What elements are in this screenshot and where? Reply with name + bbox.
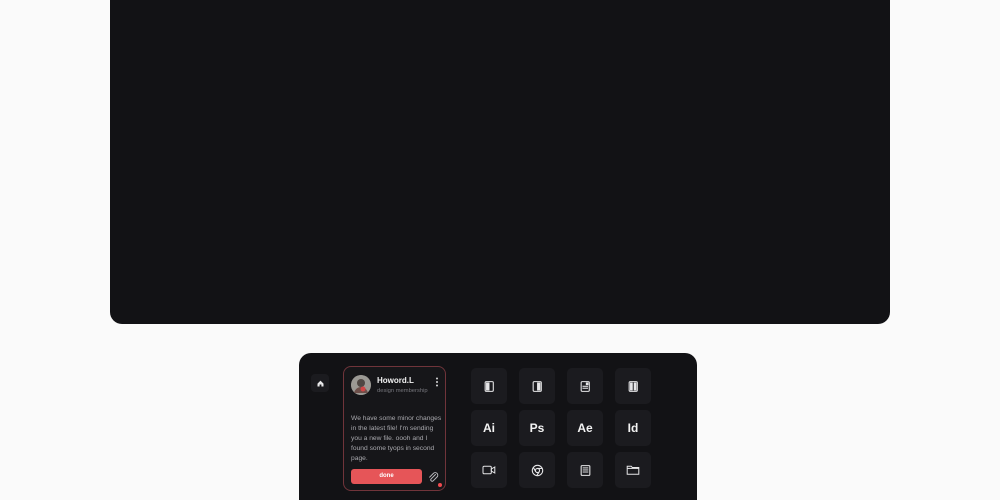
video-icon xyxy=(482,464,496,476)
home-button[interactable] xyxy=(311,374,329,392)
ps-key-label: Ps xyxy=(529,421,545,435)
vertical-dots-icon[interactable] xyxy=(435,377,439,387)
folder-icon xyxy=(626,464,640,476)
ae-key[interactable]: Ae xyxy=(567,410,603,446)
sender-name: Howord.L xyxy=(377,376,414,385)
chrome-key[interactable] xyxy=(519,452,555,488)
document-icon xyxy=(627,380,640,393)
notes-icon xyxy=(579,464,592,477)
avatar xyxy=(351,375,371,395)
chrome-icon xyxy=(531,464,544,477)
screen-root: Howord.L design membership We have some … xyxy=(0,0,1000,500)
attachment-badge xyxy=(438,483,442,487)
notes-key[interactable] xyxy=(567,452,603,488)
document-key-4[interactable] xyxy=(615,368,651,404)
id-key-label: Id xyxy=(627,421,639,435)
folder-key[interactable] xyxy=(615,452,651,488)
document-icon xyxy=(579,380,592,393)
ps-key[interactable]: Ps xyxy=(519,410,555,446)
paperclip-icon[interactable] xyxy=(427,471,439,483)
document-key-2[interactable] xyxy=(519,368,555,404)
message-text: We have some minor changes in the latest… xyxy=(351,415,442,462)
control-deck: Howord.L design membership We have some … xyxy=(299,353,697,500)
video-key[interactable] xyxy=(471,452,507,488)
home-icon xyxy=(316,379,325,388)
document-icon xyxy=(531,380,544,393)
ai-key[interactable]: Ai xyxy=(471,410,507,446)
message-card: Howord.L design membership We have some … xyxy=(343,366,446,491)
done-button[interactable]: done xyxy=(351,469,422,484)
ae-key-label: Ae xyxy=(577,421,593,435)
document-icon xyxy=(483,380,496,393)
sender-role: design membership xyxy=(377,388,428,394)
ai-key-label: Ai xyxy=(483,421,495,435)
display-panel xyxy=(110,0,890,324)
document-key-1[interactable] xyxy=(471,368,507,404)
id-key[interactable]: Id xyxy=(615,410,651,446)
document-key-3[interactable] xyxy=(567,368,603,404)
shortcut-grid: Ai Ps Ae Id xyxy=(471,368,655,492)
